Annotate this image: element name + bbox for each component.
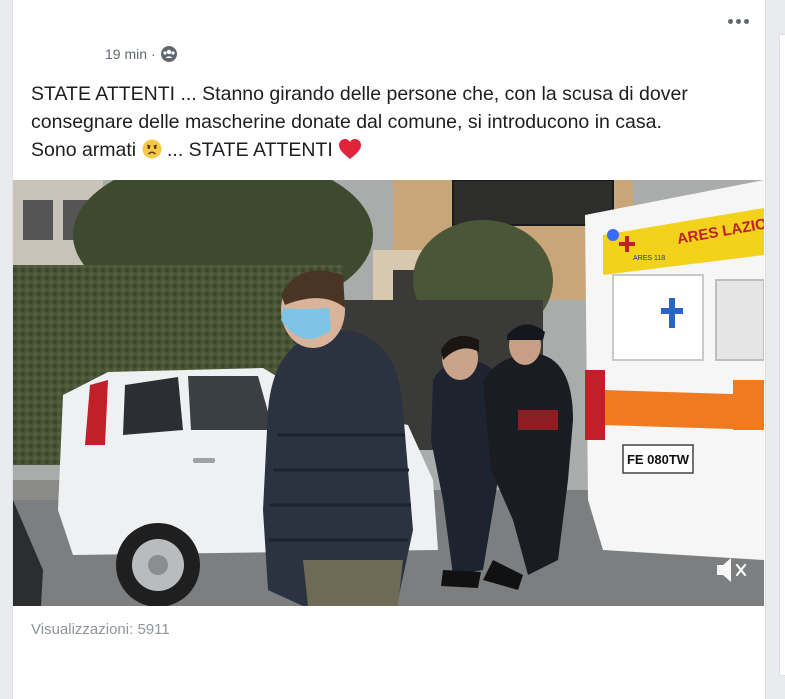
more-options-icon: [727, 18, 733, 24]
post-text: STATE ATTENTI ... Stanno girando delle p…: [31, 80, 756, 164]
view-count: Visualizzazioni: 5911: [31, 621, 170, 638]
post-text-line: STATE ATTENTI ... Stanno girando delle p…: [31, 83, 688, 105]
license-plate: FE 080TW: [627, 452, 690, 467]
post-text-line: consegnare delle mascherine donate dal c…: [31, 111, 662, 133]
more-options-button[interactable]: [723, 10, 753, 32]
group-icon[interactable]: [160, 45, 178, 63]
meta-separator: ·: [151, 46, 156, 62]
frowning-face-emoji: [142, 139, 162, 159]
side-panel-edge: [779, 34, 785, 676]
post-text-line: ... STATE ATTENTI: [166, 139, 333, 161]
more-options-dot: [735, 18, 741, 24]
ambulance-small-label: ARES 118: [633, 255, 665, 262]
speaker-muted-icon: [717, 558, 747, 582]
more-options-dot: [743, 18, 749, 24]
mute-toggle-button[interactable]: [713, 554, 749, 586]
post-card: 19 min · STATE ATTENTI ... Stanno girand…: [12, 0, 766, 699]
red-heart-emoji: [339, 139, 362, 159]
post-text-line: Sono armati: [31, 139, 137, 161]
post-timestamp[interactable]: 19 min: [105, 46, 147, 62]
video-frame: FE 080TW ARES LAZIO ARES 118: [13, 180, 764, 606]
video-player[interactable]: FE 080TW ARES LAZIO ARES 118: [13, 180, 764, 606]
post-meta: 19 min ·: [105, 44, 178, 64]
